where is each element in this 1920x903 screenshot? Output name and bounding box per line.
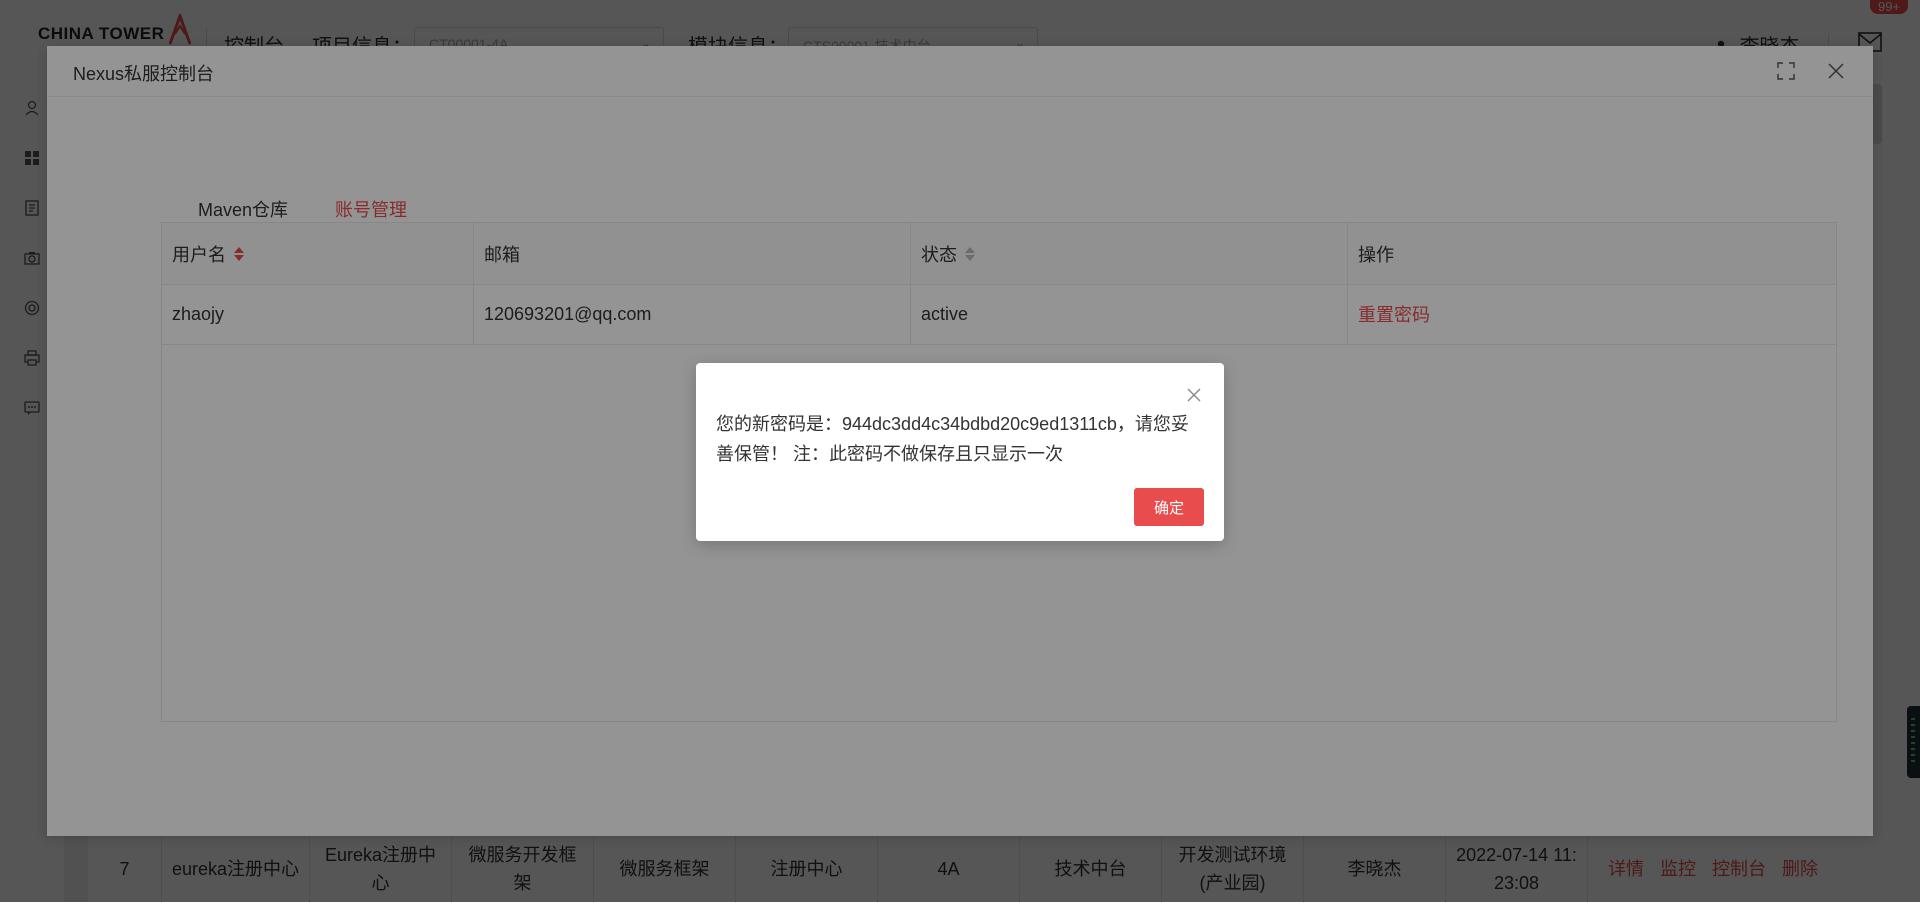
password-dialog: 您的新密码是：944dc3dd4c34bdbd20c9ed1311cb，请您妥善… [696, 363, 1224, 541]
dialog-message: 您的新密码是：944dc3dd4c34bdbd20c9ed1311cb，请您妥善… [716, 414, 1189, 464]
confirm-button[interactable]: 确定 [1134, 488, 1204, 526]
close-icon[interactable] [1186, 387, 1202, 403]
